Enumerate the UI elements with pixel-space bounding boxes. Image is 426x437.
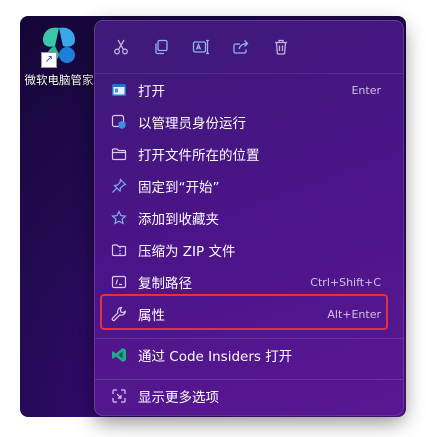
share-button[interactable] xyxy=(221,29,261,65)
menu-item-copy-path[interactable]: 复制路径 Ctrl+Shift+C xyxy=(101,267,391,297)
menu-item-open-file-location[interactable]: 打开文件所在的位置 xyxy=(101,139,391,169)
menu-item-open[interactable]: 打开 Enter xyxy=(101,75,391,105)
menu-item-label: 打开 xyxy=(138,84,165,100)
open-app-icon xyxy=(109,80,129,100)
desktop-shortcut-label: 微软电脑管家 xyxy=(24,73,94,87)
menu-item-shortcut: Ctrl+Shift+C xyxy=(310,275,381,289)
trash-icon xyxy=(275,39,287,55)
shortcut-arrow-icon: ↗ xyxy=(41,52,57,68)
properties-highlight-box xyxy=(100,294,388,330)
menu-item-label: 打开文件所在的位置 xyxy=(138,148,260,164)
desktop-shortcut-pc-manager[interactable]: ↗ 微软电脑管家 xyxy=(20,20,98,88)
copy-button[interactable] xyxy=(141,29,181,65)
folder-icon xyxy=(109,144,129,164)
rename-icon xyxy=(192,39,209,55)
cut-button[interactable] xyxy=(101,29,141,65)
star-icon xyxy=(109,208,129,228)
rename-button[interactable] xyxy=(181,29,221,65)
menu-item-shortcut: Enter xyxy=(351,83,381,97)
menu-item-label: 以管理员身份运行 xyxy=(138,116,246,132)
delete-button[interactable] xyxy=(261,29,301,65)
menu-item-label: 复制路径 xyxy=(138,276,192,292)
menu-item-label: 添加到收藏夹 xyxy=(138,212,219,228)
menu-item-add-to-favorites[interactable]: 添加到收藏夹 xyxy=(101,203,391,233)
menu-item-run-as-admin[interactable]: 以管理员身份运行 xyxy=(101,107,391,137)
copy-path-icon xyxy=(109,272,129,292)
menu-item-pin-to-start[interactable]: 固定到“开始” xyxy=(101,171,391,201)
context-menu-toolbar xyxy=(95,21,403,74)
menu-separator xyxy=(95,379,403,380)
menu-item-open-with-code-insiders[interactable]: 通过 Code Insiders 打开 xyxy=(101,340,391,370)
more-options-icon xyxy=(109,386,129,406)
pc-manager-app-icon: ↗ xyxy=(35,20,83,68)
menu-item-show-more-options[interactable]: 显示更多选项 xyxy=(101,381,391,411)
menu-item-label: 固定到“开始” xyxy=(138,180,220,196)
scissors-icon xyxy=(114,39,128,55)
context-menu: 打开 Enter 以管理员身份运行 打开文件所在的位置 固定到“开始” 添加到收… xyxy=(94,20,404,416)
share-icon xyxy=(233,40,249,54)
zip-folder-icon xyxy=(109,240,129,260)
menu-item-label: 通过 Code Insiders 打开 xyxy=(138,349,293,365)
menu-item-label: 显示更多选项 xyxy=(138,390,219,406)
vscode-insiders-icon xyxy=(109,345,129,365)
menu-item-label: 压缩为 ZIP 文件 xyxy=(138,244,236,260)
copy-icon xyxy=(155,39,168,55)
admin-shield-icon xyxy=(109,112,129,132)
menu-separator xyxy=(95,338,403,339)
menu-item-compress-zip[interactable]: 压缩为 ZIP 文件 xyxy=(101,235,391,265)
pin-icon xyxy=(109,176,129,196)
